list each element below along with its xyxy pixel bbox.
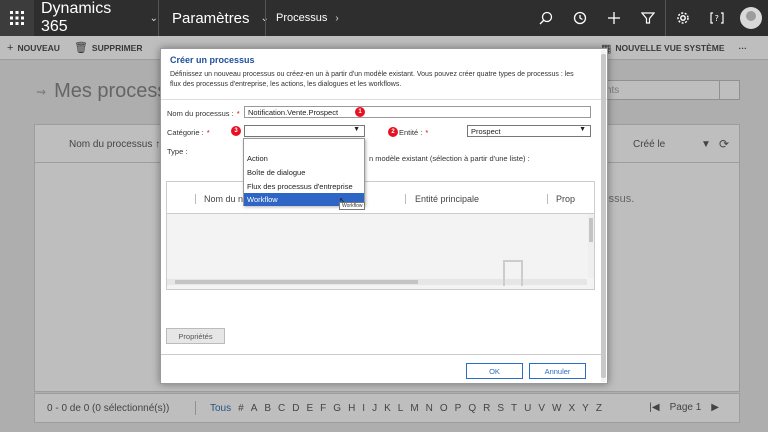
dialog-scroll-thumb[interactable] bbox=[601, 54, 606, 378]
nav-icons: ? bbox=[529, 0, 768, 36]
column-header-entity[interactable]: Entité principale bbox=[415, 194, 479, 204]
category-select[interactable]: ▼ bbox=[244, 125, 365, 137]
template-grid-header: Nom du n Entité principale Prop bbox=[167, 182, 594, 214]
history-icon[interactable] bbox=[563, 0, 597, 36]
area-label: Paramètres bbox=[172, 9, 250, 27]
dialog-description: Définissez un nouveau processus ou créez… bbox=[170, 71, 574, 88]
category-label: Catégorie : * bbox=[167, 128, 210, 137]
process-name-field[interactable]: Notification.Vente.Prospect bbox=[244, 106, 591, 118]
dialog-footer-divider bbox=[161, 354, 601, 355]
scroll-thumb[interactable] bbox=[175, 280, 418, 284]
category-label-text: Catégorie : bbox=[167, 128, 204, 137]
step-badge-1: 1 bbox=[355, 107, 365, 117]
entity-label-text: Entité : bbox=[399, 128, 423, 137]
column-divider bbox=[547, 194, 548, 204]
breadcrumb[interactable]: Processus › bbox=[266, 12, 339, 24]
filter-icon[interactable] bbox=[631, 0, 665, 36]
template-grid-vscroll[interactable] bbox=[588, 214, 594, 278]
breadcrumb-label: Processus bbox=[276, 12, 328, 24]
dropdown-option-action[interactable]: Action bbox=[244, 152, 364, 165]
entity-select-value: Prospect bbox=[471, 127, 501, 136]
column-header-name[interactable]: Nom du n bbox=[204, 194, 243, 204]
column-divider bbox=[405, 194, 406, 204]
app-name-label: Dynamics 365 bbox=[41, 0, 112, 35]
entity-select[interactable]: Prospect ▼ bbox=[467, 125, 591, 137]
required-marker: * bbox=[425, 128, 429, 137]
process-name-label-text: Nom du processus : bbox=[167, 109, 234, 118]
search-icon[interactable] bbox=[529, 0, 563, 36]
template-grid: Nom du n Entité principale Prop bbox=[166, 181, 595, 290]
dropdown-arrow-icon: ▼ bbox=[579, 126, 586, 133]
template-option-text: n modèle existant (sélection à partir d'… bbox=[369, 154, 530, 163]
scroll-thumb[interactable] bbox=[589, 218, 593, 242]
type-label: Type : bbox=[167, 147, 188, 156]
dropdown-arrow-icon: ▼ bbox=[353, 126, 360, 133]
dialog-header: Créer un processus Définissez un nouveau… bbox=[161, 49, 607, 100]
required-marker: * bbox=[236, 109, 240, 118]
top-nav-bar: Dynamics 365 ⌄ Paramètres ⌄ Processus › … bbox=[0, 0, 768, 36]
chevron-down-icon: ⌄ bbox=[149, 12, 158, 24]
template-grid-hscroll[interactable] bbox=[167, 279, 587, 285]
avatar[interactable] bbox=[740, 7, 762, 29]
entity-label: Entité : * bbox=[399, 128, 428, 137]
step-badge-2: 2 bbox=[388, 127, 398, 137]
dialog-title: Créer un processus bbox=[170, 55, 255, 65]
process-name-label: Nom du processus : * bbox=[167, 109, 240, 118]
cancel-button[interactable]: Annuler bbox=[529, 363, 586, 379]
column-header-owner[interactable]: Prop bbox=[556, 194, 575, 204]
document-icon bbox=[503, 260, 523, 286]
tooltip: Workflow bbox=[339, 202, 366, 210]
dropdown-option-dialog[interactable]: Boîte de dialogue bbox=[244, 166, 364, 179]
plus-icon[interactable] bbox=[597, 0, 631, 36]
chevron-right-icon: › bbox=[335, 12, 339, 24]
svg-text:?: ? bbox=[715, 14, 719, 23]
category-dropdown-list: Action Boîte de dialogue Flux des proces… bbox=[243, 138, 365, 206]
gear-icon[interactable] bbox=[666, 0, 700, 36]
app-name[interactable]: Dynamics 365 ⌄ bbox=[34, 0, 158, 36]
dropdown-option-business-flow[interactable]: Flux des processus d'entreprise bbox=[244, 180, 364, 193]
ok-button[interactable]: OK bbox=[466, 363, 523, 379]
required-marker: * bbox=[206, 128, 210, 137]
properties-button[interactable]: Propriétés bbox=[166, 328, 225, 344]
step-badge-3: 3 bbox=[231, 126, 241, 136]
area-selector[interactable]: Paramètres ⌄ bbox=[159, 9, 269, 27]
column-divider bbox=[195, 194, 196, 204]
help-icon[interactable]: ? bbox=[700, 0, 734, 36]
app-launcher-icon[interactable] bbox=[0, 0, 34, 36]
dialog-scrollbar[interactable] bbox=[601, 50, 606, 382]
